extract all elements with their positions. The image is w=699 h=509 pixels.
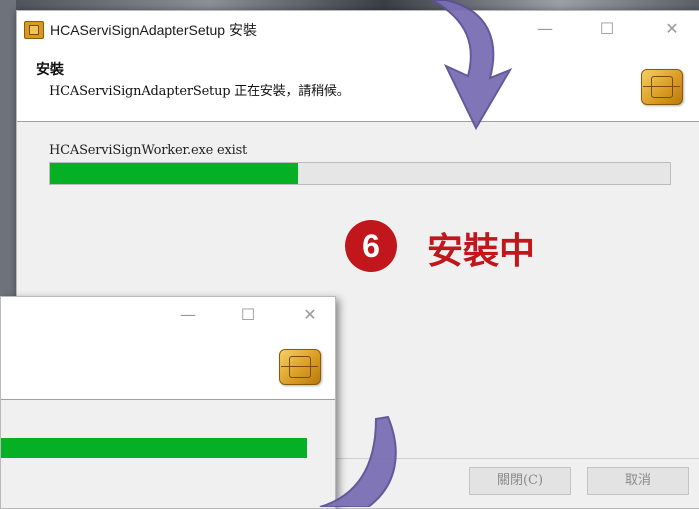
window-title: HCAServiSignAdapterSetup 安裝 [50,22,257,38]
close-button[interactable]: 關閉(C) [469,467,571,495]
cancel-button[interactable]: 取消 [587,467,689,495]
close-window-button[interactable]: ✕ [657,17,687,41]
secondary-header-panel [1,333,335,400]
secondary-minimize-button[interactable]: — [173,303,203,327]
top-arrow-icon [429,0,513,131]
step-number-badge: 6 [345,220,397,272]
status-text: HCAServiSignWorker.exe exist [49,143,248,158]
maximize-button[interactable]: ☐ [592,17,622,41]
secondary-close-button[interactable]: ✕ [295,303,325,327]
minimize-button[interactable]: — [530,17,560,41]
app-icon [24,21,44,39]
header-title: 安裝 [36,62,64,78]
header-subtitle: HCAServiSignAdapterSetup 正在安裝，請稍候。 [49,84,350,99]
secondary-smartcard-chip-icon [279,349,321,385]
progress-bar [49,162,671,185]
progress-bar-fill [50,163,298,184]
secondary-progress-bar-fill [1,438,307,458]
step-label: 安裝中 [427,231,536,272]
title-bar[interactable]: HCAServiSignAdapterSetup 安裝 — ☐ ✕ [17,11,699,49]
secondary-title-bar[interactable]: — ☐ ✕ [1,297,335,333]
bottom-arrow-icon [319,415,397,507]
secondary-maximize-button[interactable]: ☐ [233,303,263,327]
header-panel: 安裝 HCAServiSignAdapterSetup 正在安裝，請稍候。 [17,49,699,122]
smartcard-chip-icon [641,69,683,105]
